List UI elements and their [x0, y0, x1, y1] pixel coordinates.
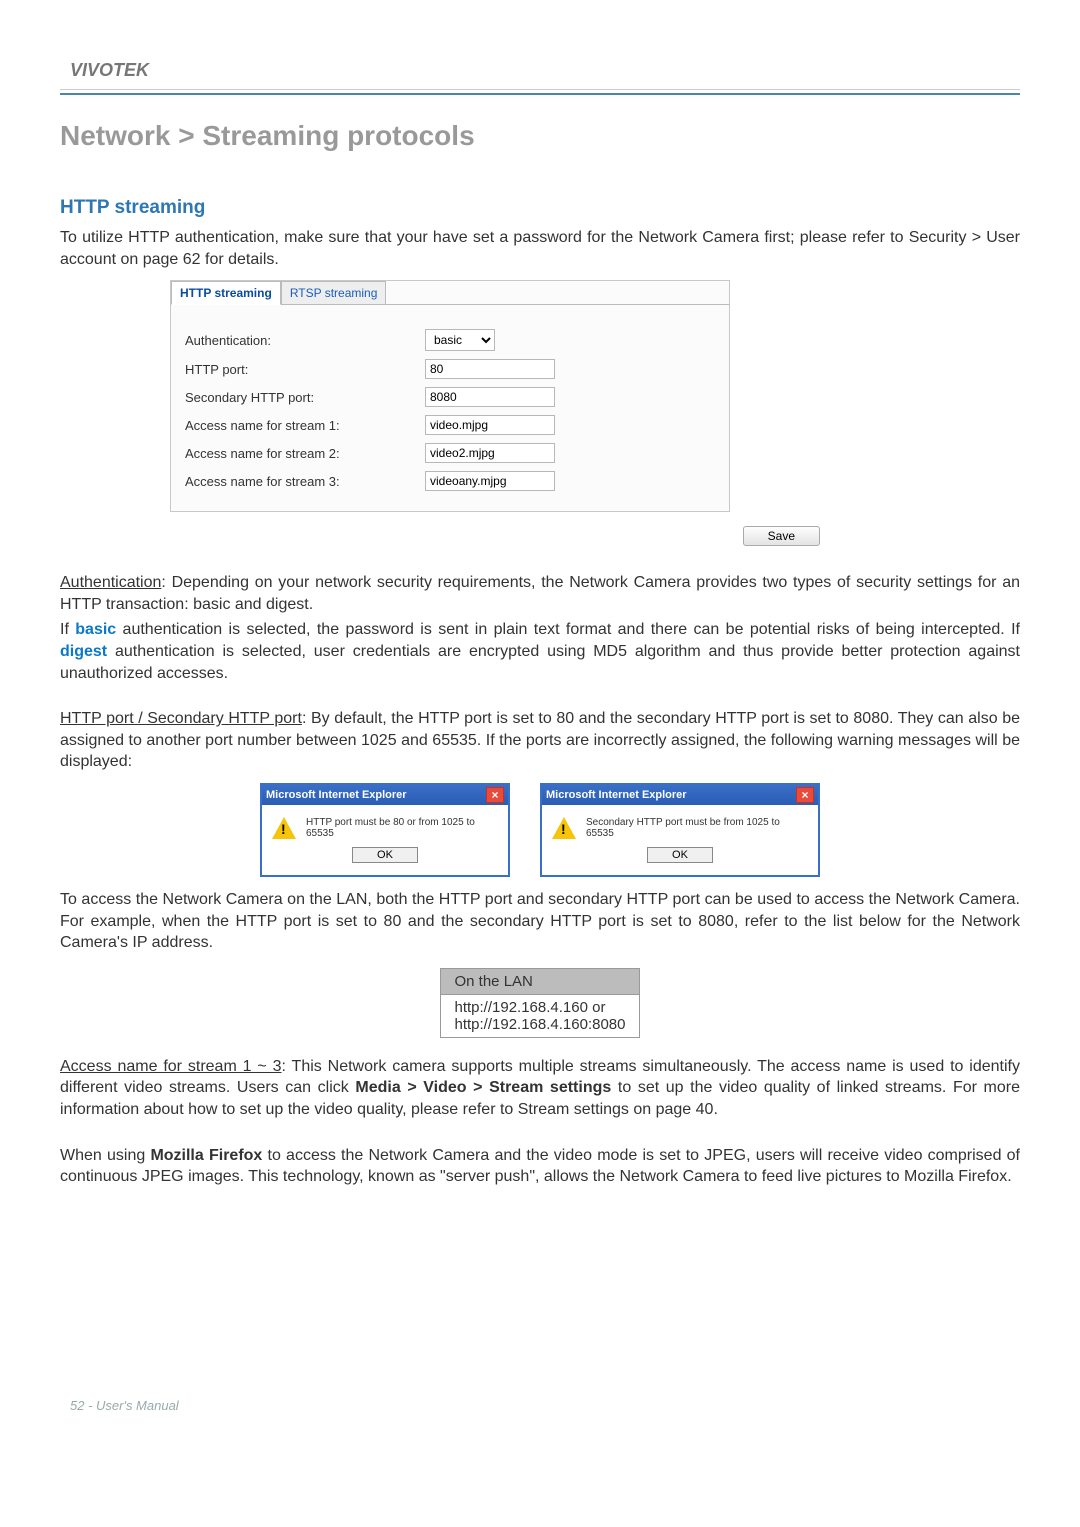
ok-button[interactable]: OK	[352, 847, 418, 863]
intro-text: To utilize HTTP authentication, make sur…	[60, 227, 1020, 270]
basic-post: authentication is selected, user credent…	[60, 643, 1020, 682]
stream2-label: Access name for stream 2:	[185, 446, 425, 461]
row-stream2: Access name for stream 2:	[185, 443, 715, 463]
warning-icon	[272, 817, 296, 839]
secondary-port-label: Secondary HTTP port:	[185, 390, 425, 405]
stream1-input[interactable]	[425, 415, 555, 435]
row-stream3: Access name for stream 3:	[185, 471, 715, 491]
lan-table: On the LAN http://192.168.4.160 or http:…	[440, 968, 641, 1038]
stream3-input[interactable]	[425, 471, 555, 491]
ie-dialog-secondary-port: Microsoft Internet Explorer × Secondary …	[540, 783, 820, 877]
ports-lead: HTTP port / Secondary HTTP port	[60, 710, 302, 727]
firefox-bold: Mozilla Firefox	[150, 1147, 262, 1164]
stream3-label: Access name for stream 3:	[185, 474, 425, 489]
lan-url2: http://192.168.4.160:8080	[455, 1016, 626, 1033]
lan-cell: http://192.168.4.160 or http://192.168.4…	[440, 994, 640, 1037]
tabs: HTTP streaming RTSP streaming	[171, 281, 729, 305]
row-stream1: Access name for stream 1:	[185, 415, 715, 435]
ie-title-text: Microsoft Internet Explorer	[546, 789, 687, 801]
auth-label: Authentication:	[185, 333, 425, 348]
save-button[interactable]: Save	[743, 526, 820, 546]
lan-url1: http://192.168.4.160 or	[455, 999, 626, 1016]
ie-dialog-http-port: Microsoft Internet Explorer × HTTP port …	[260, 783, 510, 877]
auth-paragraph: Authentication: Depending on your networ…	[60, 572, 1020, 615]
ie-title-text: Microsoft Internet Explorer	[266, 789, 407, 801]
warning-icon	[552, 817, 576, 839]
close-icon[interactable]: ×	[796, 787, 814, 803]
auth-rest: : Depending on your network security req…	[60, 574, 1020, 613]
ok-button[interactable]: OK	[647, 847, 713, 863]
stream2-input[interactable]	[425, 443, 555, 463]
ie-body: Secondary HTTP port must be from 1025 to…	[542, 805, 818, 845]
access-lead: Access name for stream 1 ~ 3	[60, 1058, 282, 1075]
row-authentication: Authentication: basic	[185, 329, 715, 351]
access-bold: Media > Video > Stream settings	[355, 1079, 611, 1096]
http-port-label: HTTP port:	[185, 362, 425, 377]
ports-paragraph: HTTP port / Secondary HTTP port: By defa…	[60, 708, 1020, 773]
auth-select[interactable]: basic	[425, 329, 495, 351]
basic-pre: If	[60, 621, 75, 638]
row-secondary-port: Secondary HTTP port:	[185, 387, 715, 407]
firefox-paragraph: When using Mozilla Firefox to access the…	[60, 1145, 1020, 1188]
ie-message: HTTP port must be 80 or from 1025 to 655…	[306, 817, 498, 839]
ie-message: Secondary HTTP port must be from 1025 to…	[586, 817, 808, 839]
auth-lead: Authentication	[60, 574, 161, 591]
close-icon[interactable]: ×	[486, 787, 504, 803]
lan-header: On the LAN	[440, 968, 640, 994]
access-paragraph: Access name for stream 1 ~ 3: This Netwo…	[60, 1056, 1020, 1121]
page-footer: 52 - User's Manual	[60, 1388, 1020, 1433]
warning-dialogs: Microsoft Internet Explorer × HTTP port …	[60, 783, 1020, 877]
ie-titlebar: Microsoft Internet Explorer ×	[542, 785, 818, 805]
basic-keyword: basic	[75, 621, 116, 638]
page-title: Network > Streaming protocols	[60, 120, 1020, 152]
row-http-port: HTTP port:	[185, 359, 715, 379]
ie-titlebar: Microsoft Internet Explorer ×	[262, 785, 508, 805]
tab-http-streaming[interactable]: HTTP streaming	[171, 281, 281, 305]
section-title: HTTP streaming	[60, 197, 1020, 219]
stream1-label: Access name for stream 1:	[185, 418, 425, 433]
header-rule	[60, 89, 1020, 95]
firefox-pre: When using	[60, 1147, 150, 1164]
basic-mid: authentication is selected, the password…	[116, 621, 1020, 638]
http-port-input[interactable]	[425, 359, 555, 379]
lan-paragraph: To access the Network Camera on the LAN,…	[60, 889, 1020, 954]
config-panel: HTTP streaming RTSP streaming Authentica…	[170, 280, 730, 512]
ie-body: HTTP port must be 80 or from 1025 to 655…	[262, 805, 508, 845]
basic-digest-paragraph: If basic authentication is selected, the…	[60, 619, 1020, 684]
secondary-port-input[interactable]	[425, 387, 555, 407]
tab-body: Authentication: basic HTTP port: Seconda…	[171, 304, 729, 511]
tab-rtsp-streaming[interactable]: RTSP streaming	[281, 281, 387, 305]
brand-header: VIVOTEK	[60, 40, 1020, 89]
digest-keyword: digest	[60, 643, 107, 660]
